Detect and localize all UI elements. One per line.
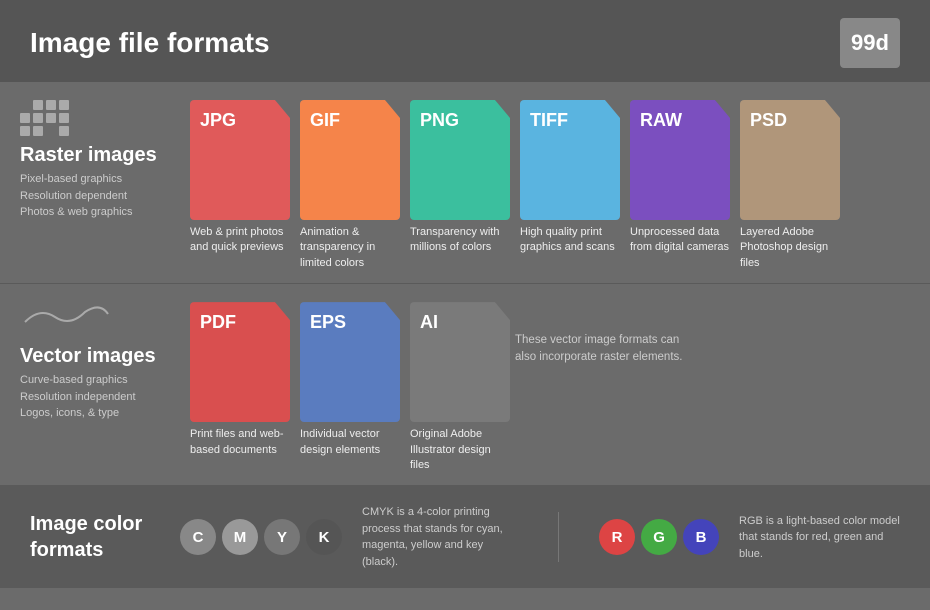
card-top-png: PNG [410,100,510,220]
divider [558,512,559,562]
card-desc-psd: Layered Adobe Photoshop design files [740,220,840,271]
vector-wave-icon [20,302,180,337]
card-desc-tiff: High quality print graphics and scans [520,220,620,256]
raster-icon-area [20,100,180,136]
card-label-psd: PSD [750,110,787,131]
card-desc-gif: Animation & transparency in limited colo… [300,220,400,271]
card-pdf: PDF Print files and web-based documents [190,302,290,458]
card-label-raw: RAW [640,110,682,131]
rgb-desc: RGB is a light-based color model that st… [739,513,900,563]
card-top-eps: EPS [300,302,400,422]
c-circle: C [180,519,216,555]
k-circle: K [306,519,342,555]
b-circle: B [683,519,719,555]
m-circle: M [222,519,258,555]
card-ai: AI Original Adobe Illustrator design fil… [410,302,510,473]
color-formats-section: Image color formats C M Y K CMYK is a 4-… [0,486,930,588]
card-tiff: TIFF High quality print graphics and sca… [520,100,620,256]
raster-cards: JPG Web & print photos and quick preview… [190,100,840,271]
card-top-pdf: PDF [190,302,290,422]
card-label-pdf: PDF [200,312,236,333]
page-title: Image file formats [30,27,270,59]
card-gif: GIF Animation & transparency in limited … [300,100,400,271]
card-top-ai: AI [410,302,510,422]
cmyk-desc: CMYK is a 4-color printing process that … [362,504,518,570]
card-jpg: JPG Web & print photos and quick preview… [190,100,290,256]
vector-note: These vector image formats can also inco… [515,302,695,367]
raster-desc: Pixel-based graphicsResolution dependent… [20,171,180,221]
card-top-tiff: TIFF [520,100,620,220]
card-label-tiff: TIFF [530,110,568,131]
card-label-ai: AI [420,312,438,333]
vector-desc: Curve-based graphicsResolution independe… [20,372,180,422]
card-top-raw: RAW [630,100,730,220]
card-desc-eps: Individual vector design elements [300,422,400,458]
raster-title: Raster images [20,144,180,167]
color-formats-title: Image color formats [30,511,150,563]
cmyk-group: C M Y K CMYK is a 4-color printing proce… [180,504,518,570]
header: Image file formats 99d [0,0,930,82]
rgb-circles: R G B [599,519,719,555]
card-eps: EPS Individual vector design elements [300,302,400,458]
card-top-psd: PSD [740,100,840,220]
card-raw: RAW Unprocessed data from digital camera… [630,100,730,256]
rgb-group: R G B RGB is a light-based color model t… [599,513,900,563]
card-desc-ai: Original Adobe Illustrator design files [410,422,510,473]
card-desc-png: Transparency with millions of colors [410,220,510,256]
raster-section: Raster images Pixel-based graphicsResolu… [0,82,930,284]
card-desc-raw: Unprocessed data from digital cameras [630,220,730,256]
card-label-jpg: JPG [200,110,236,131]
g-circle: G [641,519,677,555]
card-psd: PSD Layered Adobe Photoshop design files [740,100,840,271]
card-label-png: PNG [420,110,459,131]
cmyk-circles: C M Y K [180,519,342,555]
vector-icon-area [20,302,180,337]
card-top-gif: GIF [300,100,400,220]
card-desc-pdf: Print files and web-based documents [190,422,290,458]
r-circle: R [599,519,635,555]
logo: 99d [840,18,900,68]
vector-label: Vector images Curve-based graphicsResolu… [20,302,190,422]
y-circle: Y [264,519,300,555]
card-png: PNG Transparency with millions of colors [410,100,510,256]
raster-grid-icon [20,100,180,136]
vector-title: Vector images [20,345,180,368]
vector-cards: PDF Print files and web-based documents … [190,302,510,473]
card-desc-jpg: Web & print photos and quick previews [190,220,290,256]
card-label-eps: EPS [310,312,346,333]
card-label-gif: GIF [310,110,340,131]
vector-section: Vector images Curve-based graphicsResolu… [0,284,930,486]
raster-label: Raster images Pixel-based graphicsResolu… [20,100,190,221]
card-top-jpg: JPG [190,100,290,220]
